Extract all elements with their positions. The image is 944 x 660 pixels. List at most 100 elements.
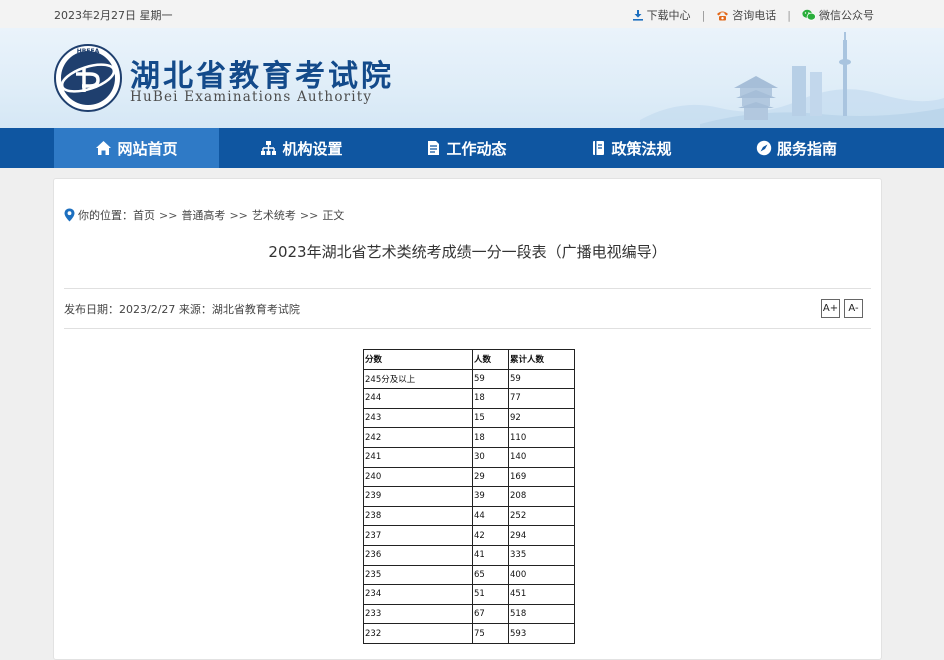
cell-count: 67 xyxy=(472,603,509,625)
org-chart-icon xyxy=(261,141,277,155)
cell-count: 18 xyxy=(472,427,509,448)
breadcrumb-home[interactable]: 首页 xyxy=(133,207,155,223)
cell-cumulative: 451 xyxy=(508,584,575,605)
cell-score: 238 xyxy=(363,505,473,527)
nav-item-label: 政策法规 xyxy=(611,139,672,158)
cell-cumulative: 593 xyxy=(508,623,575,644)
header-banner: HBEEA 湖北省教育考试院 HuBei Examinations Author… xyxy=(0,28,944,128)
cell-count: 65 xyxy=(472,564,509,586)
table-row: 233 67 518 xyxy=(363,603,575,625)
main-nav: 网站首页 机构设置 工作动态 政策法规 服务指南 xyxy=(0,128,944,168)
cell-score: 242 xyxy=(363,427,473,448)
wechat-icon xyxy=(802,9,816,21)
cell-count: 51 xyxy=(472,584,509,605)
cell-cumulative: 140 xyxy=(508,446,575,468)
site-subtitle: HuBei Examinations Authority xyxy=(130,89,373,105)
cell-count: 42 xyxy=(472,525,509,546)
top-links: 下载中心 | 咨询电话 | 微信公众号 xyxy=(632,7,874,23)
cell-count: 75 xyxy=(472,623,509,644)
cell-score: 234 xyxy=(363,584,473,605)
table-row: 241 30 140 xyxy=(363,446,575,468)
table-row: 235 65 400 xyxy=(363,564,575,586)
book-icon xyxy=(593,141,605,155)
article-container: 你的位置： 首页 >> 普通高考 >> 艺术统考 >> 正文 2023年湖北省艺… xyxy=(53,178,882,660)
hbeea-logo-icon[interactable]: HBEEA xyxy=(54,44,122,112)
home-icon xyxy=(96,141,112,155)
consult-phone-link[interactable]: 咨询电话 xyxy=(716,7,776,23)
wechat-label: 微信公众号 xyxy=(819,9,874,22)
cell-count: 41 xyxy=(472,544,509,566)
phone-icon xyxy=(717,11,729,21)
nav-item-label: 工作动态 xyxy=(446,139,507,158)
wechat-link[interactable]: 微信公众号 xyxy=(802,7,874,23)
current-date: 2023年2月27日 星期一 xyxy=(54,9,173,22)
nav-item-label: 机构设置 xyxy=(282,139,343,158)
table-row: 238 44 252 xyxy=(363,505,575,527)
cell-score: 243 xyxy=(363,407,473,429)
cell-cumulative: 335 xyxy=(508,544,575,566)
cell-count: 15 xyxy=(472,407,509,429)
breadcrumb-separator: >> xyxy=(159,208,178,222)
table-row: 240 29 169 xyxy=(363,466,575,488)
cell-score: 239 xyxy=(363,486,473,507)
table-row: 234 51 451 xyxy=(363,584,575,605)
cell-cumulative: 77 xyxy=(508,388,575,409)
cell-count: 44 xyxy=(472,505,509,527)
breadcrumb: 你的位置： 首页 >> 普通高考 >> 艺术统考 >> 正文 xyxy=(64,207,344,223)
cell-cumulative: 400 xyxy=(508,564,575,586)
cell-count: 29 xyxy=(472,466,509,488)
nav-item-service-guide[interactable]: 服务指南 xyxy=(714,128,879,168)
cell-score: 244 xyxy=(363,388,473,409)
breadcrumb-separator: >> xyxy=(299,208,319,222)
top-bar: 2023年2月27日 星期一 下载中心 | 咨询电话 | 微信公众号 xyxy=(0,0,944,29)
download-center-link[interactable]: 下载中心 xyxy=(632,7,691,23)
separator: | xyxy=(787,8,791,22)
table-body: 245分及以上 59 59 244 18 77 243 15 92 242 18 110 241 30 14… xyxy=(363,368,575,644)
consult-phone-label: 咨询电话 xyxy=(732,9,777,22)
nav-item-home[interactable]: 网站首页 xyxy=(54,128,219,168)
cell-cumulative: 59 xyxy=(508,368,575,390)
font-increase-button[interactable]: A+ xyxy=(821,299,840,318)
font-decrease-button[interactable]: A- xyxy=(844,299,863,318)
divider xyxy=(64,328,871,329)
breadcrumb-gaokao[interactable]: 普通高考 xyxy=(181,207,225,223)
cell-score: 233 xyxy=(363,603,473,625)
cell-cumulative: 208 xyxy=(508,486,575,507)
score-distribution-table: 分数 人数 累计人数 245分及以上 59 59 244 18 77 243 15 92 242 1… xyxy=(363,349,575,644)
nav-item-work-news[interactable]: 工作动态 xyxy=(384,128,549,168)
breadcrumb-current: 正文 xyxy=(322,209,345,222)
document-icon xyxy=(428,141,440,155)
nav-item-organization[interactable]: 机构设置 xyxy=(219,128,384,168)
separator: | xyxy=(701,8,706,22)
cell-score: 232 xyxy=(363,623,473,644)
nav-item-label: 网站首页 xyxy=(117,139,178,158)
nav-item-label: 服务指南 xyxy=(776,139,837,158)
download-center-label: 下载中心 xyxy=(646,9,691,22)
location-pin-icon xyxy=(64,208,75,222)
cell-cumulative: 294 xyxy=(508,525,575,546)
cell-score: 235 xyxy=(363,564,473,586)
table-row: 242 18 110 xyxy=(363,427,575,448)
article-title: 2023年湖北省艺术类统考成绩一分一段表（广播电视编导） xyxy=(268,243,667,261)
nav-item-policies[interactable]: 政策法规 xyxy=(549,128,714,168)
svg-text:HBEEA: HBEEA xyxy=(77,48,100,55)
cell-count: 30 xyxy=(472,446,509,468)
table-row: 244 18 77 xyxy=(363,388,575,409)
breadcrumb-separator: >> xyxy=(229,208,248,222)
cell-count: 59 xyxy=(472,368,509,390)
column-header-cumulative: 累计人数 xyxy=(508,349,575,370)
table-row: 243 15 92 xyxy=(363,407,575,429)
breadcrumb-prefix: 你的位置： xyxy=(78,209,133,222)
breadcrumb-art-exam[interactable]: 艺术统考 xyxy=(252,207,296,223)
cell-cumulative: 110 xyxy=(508,427,575,448)
table-header-row: 分数 人数 累计人数 xyxy=(363,349,575,370)
cell-count: 39 xyxy=(472,486,509,507)
column-header-count: 人数 xyxy=(472,349,509,370)
cell-score: 237 xyxy=(363,525,473,546)
download-icon xyxy=(632,10,643,21)
cell-score: 240 xyxy=(363,466,473,488)
divider xyxy=(64,288,871,289)
cell-score: 236 xyxy=(363,544,473,566)
compass-icon xyxy=(756,140,772,156)
cell-count: 18 xyxy=(472,388,509,409)
